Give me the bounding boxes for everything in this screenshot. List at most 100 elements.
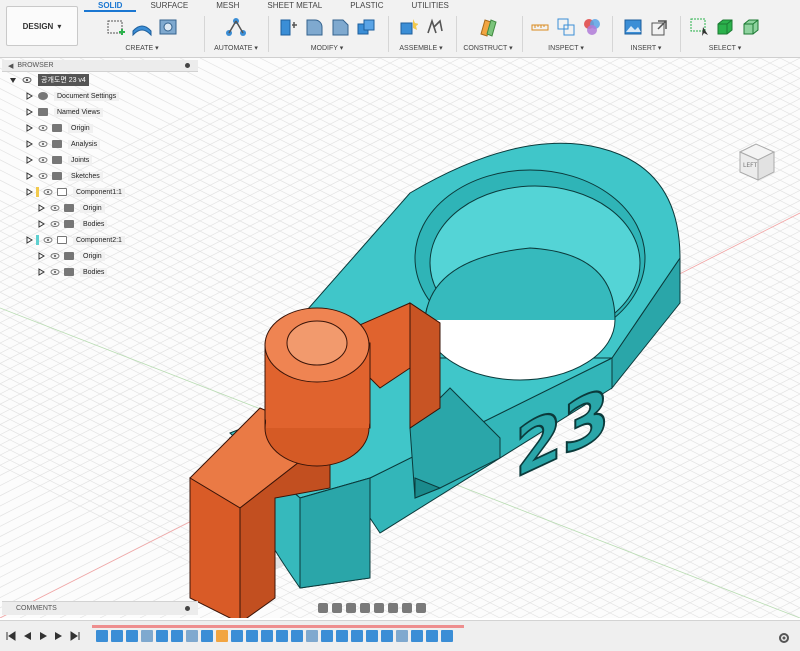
grid-settings-icon[interactable]	[402, 603, 412, 613]
eye-icon[interactable]	[43, 236, 53, 244]
interference-icon[interactable]	[555, 16, 577, 38]
timeline-feature-icon[interactable]	[261, 630, 273, 642]
timeline-feature-icon[interactable]	[321, 630, 333, 642]
timeline-feature-icon[interactable]	[171, 630, 183, 642]
joint-icon[interactable]	[423, 16, 445, 38]
tree-item[interactable]: Joints	[2, 152, 198, 168]
expand-icon[interactable]	[24, 107, 34, 117]
tree-item[interactable]: Bodies	[2, 216, 198, 232]
timeline-feature-icon[interactable]	[366, 630, 378, 642]
timeline-feature-icon[interactable]	[396, 630, 408, 642]
select-component-icon[interactable]	[740, 16, 762, 38]
fillet-icon[interactable]	[303, 16, 325, 38]
expand-icon[interactable]	[36, 251, 46, 261]
timeline-feature-icon[interactable]	[96, 630, 108, 642]
tab-mesh[interactable]: MESH	[202, 0, 253, 12]
expand-icon[interactable]	[24, 171, 34, 181]
timeline-feature-icon[interactable]	[231, 630, 243, 642]
eye-icon[interactable]	[50, 204, 60, 212]
automate-menu[interactable]: AUTOMATE ▾	[206, 44, 266, 52]
go-start-icon[interactable]	[6, 631, 16, 641]
expand-icon[interactable]	[24, 139, 34, 149]
tab-solid[interactable]: SOLID	[84, 0, 137, 12]
timeline-feature-icon[interactable]	[381, 630, 393, 642]
timeline-feature-icon[interactable]	[216, 630, 228, 642]
expand-icon[interactable]	[36, 219, 46, 229]
hole-icon[interactable]	[157, 16, 179, 38]
viewports-icon[interactable]	[416, 603, 426, 613]
timeline-feature-icon[interactable]	[306, 630, 318, 642]
timeline-feature-icon[interactable]	[441, 630, 453, 642]
pan-icon[interactable]	[346, 603, 356, 613]
viewcube[interactable]: LEFT	[730, 134, 782, 186]
pin-icon[interactable]	[185, 606, 190, 611]
step-back-icon[interactable]	[22, 631, 32, 641]
timeline-feature-icon[interactable]	[426, 630, 438, 642]
extrude-icon[interactable]	[131, 16, 153, 38]
tree-item[interactable]: Origin	[2, 120, 198, 136]
tab-utilities[interactable]: UTILITIES	[398, 0, 463, 12]
display-settings-icon[interactable]	[388, 603, 398, 613]
combine-icon[interactable]	[355, 16, 377, 38]
eye-icon[interactable]	[38, 140, 48, 148]
expand-icon[interactable]	[24, 91, 34, 101]
expand-icon[interactable]	[24, 187, 34, 197]
eye-icon[interactable]	[22, 76, 32, 84]
go-end-icon[interactable]	[70, 631, 80, 641]
eye-icon[interactable]	[50, 220, 60, 228]
new-component-icon[interactable]	[397, 16, 419, 38]
timeline-feature-icon[interactable]	[186, 630, 198, 642]
timeline-feature-icon[interactable]	[141, 630, 153, 642]
tree-item[interactable]: Sketches	[2, 168, 198, 184]
tree-item[interactable]: Origin	[2, 200, 198, 216]
create-sketch-icon[interactable]	[105, 16, 127, 38]
zoom-icon[interactable]	[360, 603, 370, 613]
look-at-icon[interactable]	[332, 603, 342, 613]
expand-icon[interactable]	[24, 235, 34, 245]
workspace-switcher[interactable]: DESIGN ▾	[6, 6, 78, 46]
eye-icon[interactable]	[38, 156, 48, 164]
expand-icon[interactable]	[8, 75, 18, 85]
chamfer-icon[interactable]	[329, 16, 351, 38]
eye-icon[interactable]	[38, 172, 48, 180]
play-icon[interactable]	[38, 631, 48, 641]
tab-plastic[interactable]: PLASTIC	[336, 0, 397, 12]
insert-derive-icon[interactable]	[648, 16, 670, 38]
tree-item[interactable]: Named Views	[2, 104, 198, 120]
timeline-feature-icon[interactable]	[411, 630, 423, 642]
pin-icon[interactable]	[185, 63, 190, 68]
measure-icon[interactable]	[529, 16, 551, 38]
eye-icon[interactable]	[50, 268, 60, 276]
eye-icon[interactable]	[50, 252, 60, 260]
tree-item[interactable]: Analysis	[2, 136, 198, 152]
orbit-icon[interactable]	[318, 603, 328, 613]
tree-item[interactable]: Component2:1	[2, 232, 198, 248]
window-select-icon[interactable]	[688, 16, 710, 38]
timeline-feature-icon[interactable]	[276, 630, 288, 642]
press-pull-icon[interactable]	[277, 16, 299, 38]
display-analysis-icon[interactable]	[581, 16, 603, 38]
collapse-icon[interactable]: ◀	[8, 62, 13, 70]
insert-canvas-icon[interactable]	[622, 16, 644, 38]
timeline-feature-icon[interactable]	[156, 630, 168, 642]
expand-icon[interactable]	[36, 267, 46, 277]
select-menu[interactable]: SELECT ▾	[682, 44, 768, 52]
construct-menu[interactable]: CONSTRUCT ▾	[458, 44, 518, 52]
timeline-feature-icon[interactable]	[201, 630, 213, 642]
gear-icon[interactable]	[778, 632, 790, 644]
modify-menu[interactable]: MODIFY ▾	[270, 44, 384, 52]
timeline-feature-icon[interactable]	[126, 630, 138, 642]
expand-icon[interactable]	[24, 123, 34, 133]
inspect-menu[interactable]: INSPECT ▾	[524, 44, 608, 52]
tab-sheet-metal[interactable]: SHEET METAL	[253, 0, 336, 12]
eye-icon[interactable]	[43, 188, 53, 196]
tree-item[interactable]: Document Settings	[2, 88, 198, 104]
step-forward-icon[interactable]	[54, 631, 64, 641]
eye-icon[interactable]	[38, 124, 48, 132]
offset-plane-icon[interactable]	[477, 16, 499, 38]
fit-icon[interactable]	[374, 603, 384, 613]
tree-item[interactable]: Component1:1	[2, 184, 198, 200]
browser-root[interactable]: 공개도면 23 v4	[2, 72, 198, 88]
insert-menu[interactable]: INSERT ▾	[614, 44, 678, 52]
timeline-feature-icon[interactable]	[291, 630, 303, 642]
